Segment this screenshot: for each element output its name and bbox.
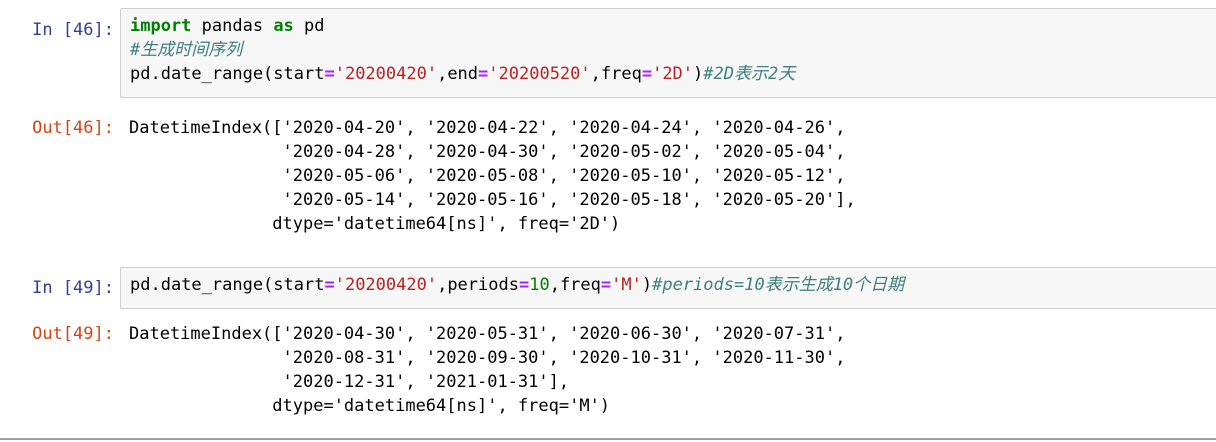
- string-literal: '20200520': [488, 64, 591, 84]
- code-editor[interactable]: pd.date_range(start='20200420',periods=1…: [120, 267, 1216, 309]
- code-text: import pandas as pd #生成时间序列 pd.date_rang…: [121, 9, 1216, 86]
- module-alias: pd: [293, 16, 325, 36]
- output-line: '2020-12-31', '2021-01-31'],: [129, 372, 570, 392]
- function-call: pd.date_range(start: [130, 275, 325, 295]
- output-line: '2020-08-31', '2020-09-30', '2020-10-31'…: [129, 348, 846, 368]
- output-line: dtype='datetime64[ns]', freq='2D'): [129, 214, 621, 234]
- operator: =: [324, 275, 335, 295]
- argument-name: ,end: [437, 64, 479, 84]
- operator: =: [600, 275, 612, 295]
- input-prompt: In [49]:: [32, 278, 114, 298]
- number-literal: 10: [529, 275, 550, 295]
- cell-divider: [0, 438, 1216, 440]
- argument-name: ,periods: [437, 275, 519, 295]
- input-prompt: In [46]:: [32, 20, 114, 40]
- output-text[interactable]: DatetimeIndex(['2020-04-20', '2020-04-22…: [129, 116, 856, 236]
- string-literal: '20200420': [334, 275, 438, 295]
- output-line: DatetimeIndex(['2020-04-30', '2020-05-31…: [129, 324, 846, 344]
- argument-name: ,freq: [549, 275, 601, 295]
- code-text: pd.date_range(start='20200420',periods=1…: [121, 268, 1216, 297]
- string-literal: '20200420': [334, 64, 438, 84]
- operator: =: [478, 64, 489, 84]
- output-prompt: Out[49]:: [32, 324, 114, 344]
- output-line: '2020-05-06', '2020-05-08', '2020-05-10'…: [129, 166, 846, 186]
- close-paren: ): [641, 275, 653, 295]
- operator: =: [324, 64, 335, 84]
- output-line: '2020-05-14', '2020-05-16', '2020-05-18'…: [129, 190, 856, 210]
- code-editor[interactable]: import pandas as pd #生成时间序列 pd.date_rang…: [120, 8, 1216, 98]
- code-comment: #生成时间序列: [130, 40, 243, 60]
- output-text[interactable]: DatetimeIndex(['2020-04-30', '2020-05-31…: [129, 322, 845, 418]
- close-paren: ): [693, 64, 704, 84]
- output-line: '2020-04-28', '2020-04-30', '2020-05-02'…: [129, 142, 846, 162]
- code-comment: #2D表示2天: [703, 64, 796, 84]
- keyword-import: import: [130, 16, 192, 36]
- function-call: pd.date_range(start: [130, 64, 325, 84]
- keyword-as: as: [273, 16, 294, 36]
- string-literal: '2D': [652, 64, 694, 84]
- code-comment: #periods=10表示生成10个日期: [652, 275, 905, 295]
- argument-name: ,freq: [590, 64, 642, 84]
- operator: =: [518, 275, 530, 295]
- module-name: pandas: [191, 16, 274, 36]
- operator: =: [641, 64, 653, 84]
- output-line: DatetimeIndex(['2020-04-20', '2020-04-22…: [129, 118, 846, 138]
- string-literal: 'M': [611, 275, 642, 295]
- output-prompt: Out[46]:: [32, 118, 114, 138]
- output-line: dtype='datetime64[ns]', freq='M'): [129, 396, 611, 416]
